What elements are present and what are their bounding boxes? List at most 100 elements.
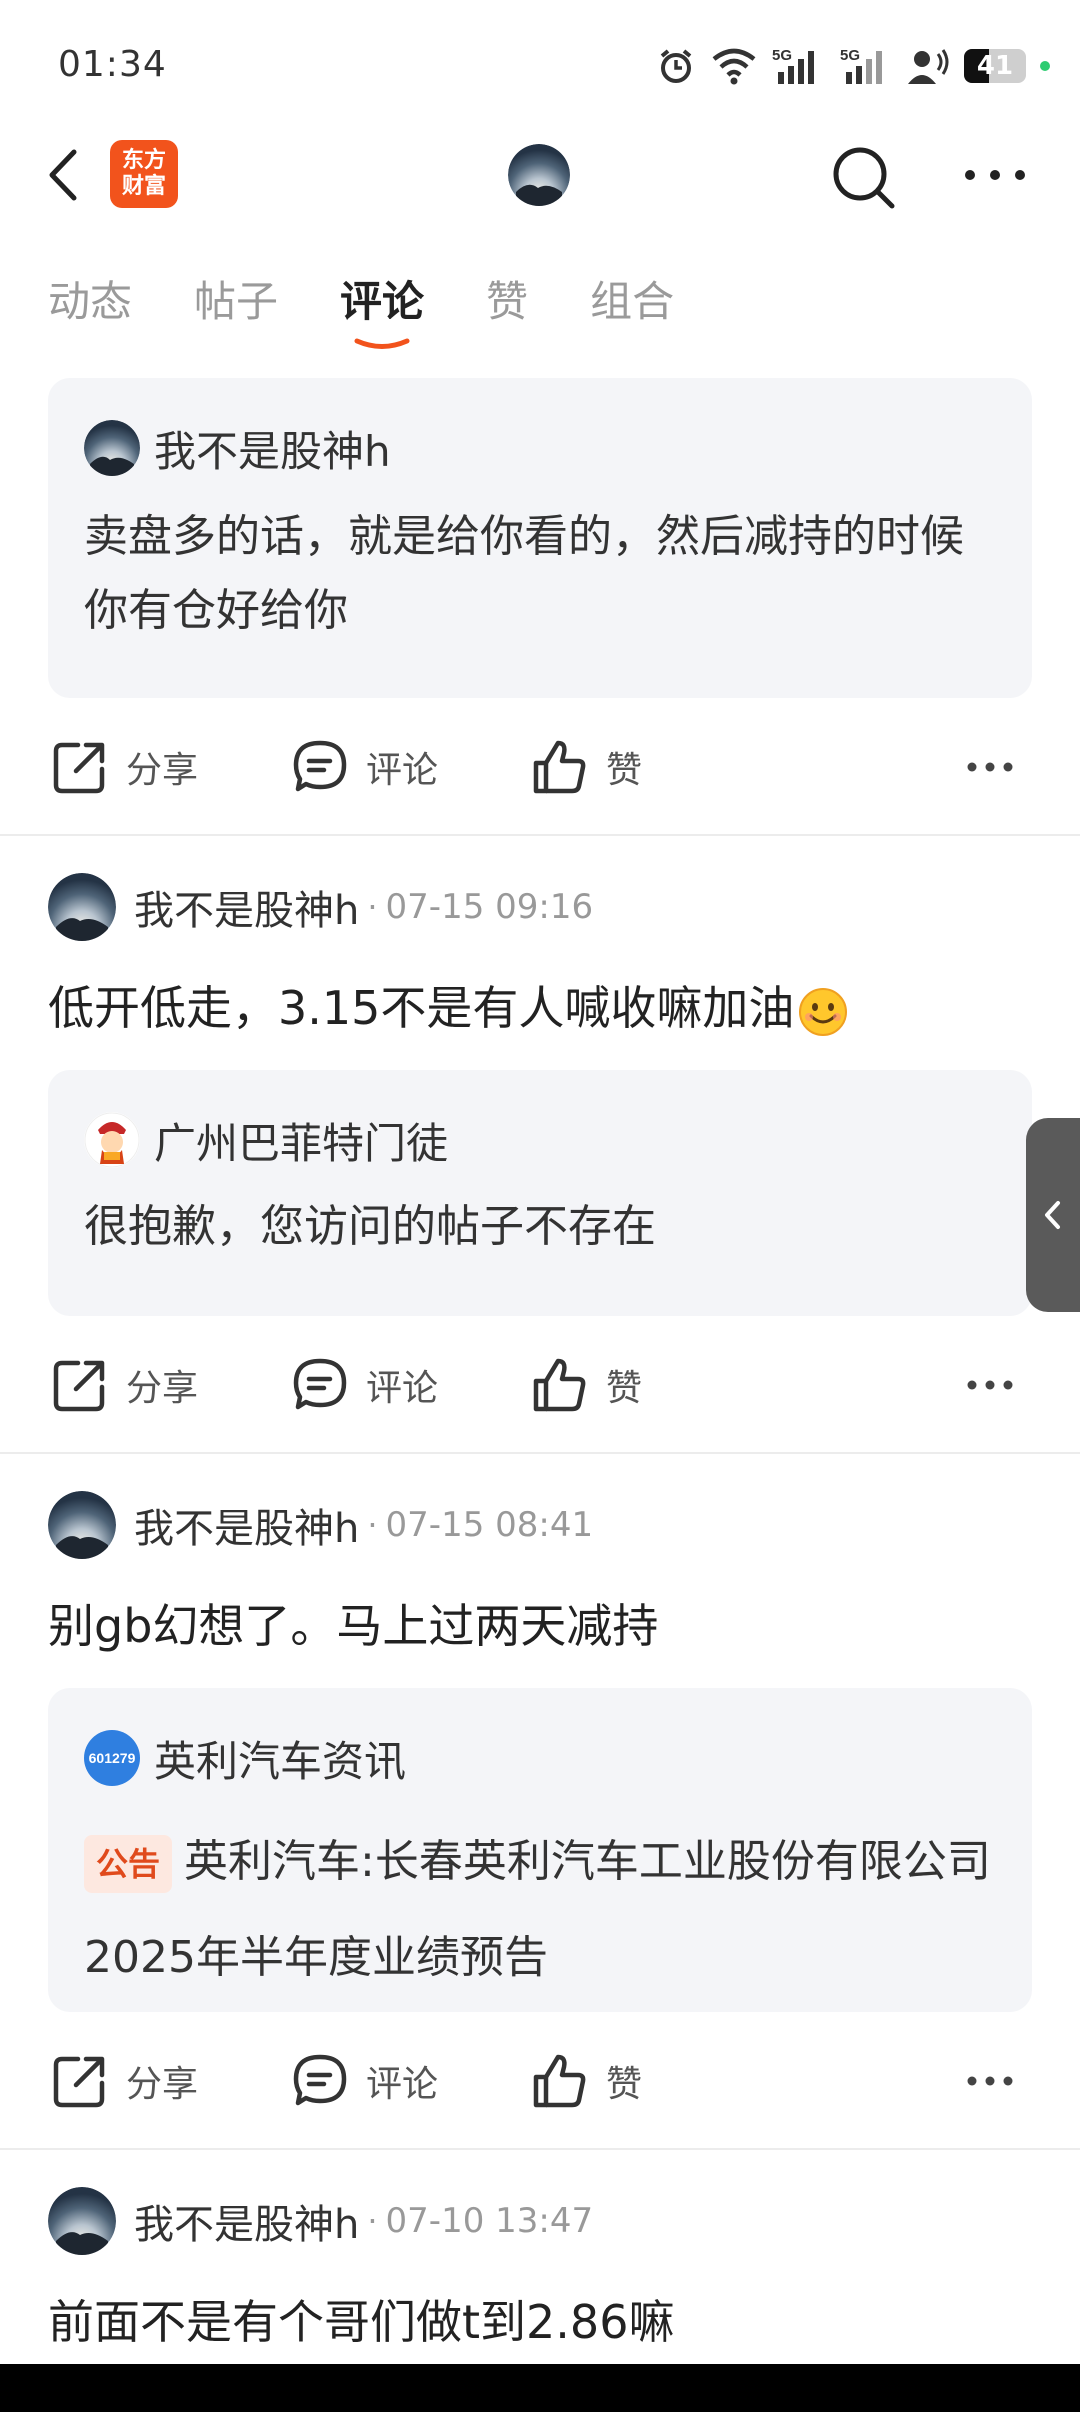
- comment-text[interactable]: 别gb幻想了。马上过两天减持: [48, 1590, 658, 1656]
- wifi-icon: [712, 48, 756, 85]
- signal-5g-icon-2: 5G: [840, 47, 882, 84]
- status-bar: 01:34 5G 5G 41: [0, 0, 1080, 140]
- alarm-icon: [660, 49, 692, 83]
- share-button[interactable]: 分享: [52, 732, 198, 802]
- tab-posts[interactable]: 帖子: [194, 268, 278, 338]
- more-actions-button[interactable]: [966, 1350, 1032, 1420]
- system-navigation-bar: [0, 2364, 1080, 2412]
- share-button[interactable]: 分享: [52, 1350, 198, 1420]
- tab-comments-label: 评论: [340, 277, 425, 326]
- comment-time: 07-15 09:16: [385, 887, 594, 927]
- comment-label: 评论: [366, 1368, 439, 1409]
- active-tab-indicator: [354, 338, 410, 349]
- announcement-badge: 公告: [84, 1835, 173, 1893]
- like-button[interactable]: 赞: [532, 2046, 642, 2116]
- quoted-post-author[interactable]: 601279 英利汽车资讯: [84, 1730, 406, 1786]
- thumbs-up-icon: [533, 740, 586, 794]
- comment-text[interactable]: 低开低走，3.15不是有人喊收嘛加油: [48, 972, 848, 1038]
- eastmoney-logo[interactable]: 东方 财富: [110, 140, 178, 208]
- comment-time: 07-10 13:47: [385, 2201, 594, 2241]
- author-name: 我不是股神h: [134, 888, 360, 934]
- like-label: 赞: [606, 1368, 643, 1409]
- avatar: [48, 1491, 116, 1559]
- battery-level: 41: [976, 51, 1014, 81]
- comment-text[interactable]: 前面不是有个哥们做t到2.86嘛: [48, 2286, 674, 2352]
- like-button[interactable]: 赞: [532, 1350, 642, 1420]
- stock-code-avatar: 601279: [84, 1730, 140, 1786]
- more-options-icon[interactable]: [960, 160, 1030, 190]
- quoted-post[interactable]: 601279 英利汽车资讯 公告 英利汽车:长春英利汽车工业股份有限公司2025年…: [48, 1688, 1032, 2012]
- thumbs-up-icon: [533, 1358, 586, 1412]
- more-actions-button[interactable]: [966, 732, 1032, 802]
- quoted-post-author[interactable]: 广州巴菲特门徒: [84, 1112, 448, 1168]
- comment-author-row[interactable]: 我不是股神h · 07-15 08:41: [48, 1490, 593, 1560]
- smile-emoji-icon: [799, 987, 848, 1036]
- user-avatar[interactable]: [508, 144, 570, 206]
- comment-button[interactable]: 评论: [292, 732, 438, 802]
- quoted-post-text: 很抱歉，您访问的帖子不存在: [84, 1201, 656, 1252]
- tab-portfolio[interactable]: 组合: [590, 268, 674, 338]
- quoted-post-text: 卖盘多的话，就是给你看的，然后减持的时候你有仓好给你: [84, 511, 964, 636]
- battery-indicator: 41: [964, 49, 1026, 83]
- share-icon: [53, 1360, 105, 1412]
- comment-button[interactable]: 评论: [292, 1350, 438, 1420]
- quoted-author-name: 英利汽车资讯: [154, 1736, 407, 1786]
- charging-dot: [1040, 61, 1050, 71]
- quoted-post[interactable]: 我不是股神h 卖盘多的话，就是给你看的，然后减持的时候你有仓好给你: [48, 378, 1032, 698]
- announcement-title: 英利汽车:长春英利汽车工业股份有限公司2025年半年度业绩预告: [84, 1836, 991, 1983]
- logo-text-line2: 财富: [121, 174, 166, 199]
- tab-dynamic[interactable]: 动态: [48, 268, 132, 338]
- chevron-left-icon: [1045, 1201, 1060, 1229]
- comment-text-content: 低开低走，3.15不是有人喊收嘛加油: [48, 981, 795, 1035]
- comment-icon: [293, 1358, 347, 1410]
- comment-label: 评论: [366, 750, 439, 791]
- avatar: [48, 2187, 116, 2255]
- avatar: [48, 873, 116, 941]
- top-nav-bar: 东方 财富: [0, 130, 1080, 220]
- tab-comments[interactable]: 评论: [340, 268, 425, 349]
- more-actions-button[interactable]: [966, 2046, 1032, 2116]
- avatar: [84, 420, 140, 476]
- share-icon: [53, 2056, 105, 2108]
- more-horizontal-icon: [967, 2076, 1013, 2086]
- search-icon[interactable]: [828, 142, 898, 212]
- svg-text:5G: 5G: [840, 47, 860, 64]
- author-name: 我不是股神h: [134, 1506, 360, 1552]
- comment-author-row[interactable]: 我不是股神h · 07-15 09:16: [48, 872, 593, 942]
- side-collapse-tab[interactable]: [1026, 1118, 1080, 1312]
- like-button[interactable]: 赞: [532, 732, 642, 802]
- share-label: 分享: [126, 1368, 199, 1409]
- share-label: 分享: [126, 2064, 199, 2105]
- quoted-post[interactable]: 广州巴菲特门徒 很抱歉，您访问的帖子不存在: [48, 1070, 1032, 1316]
- share-icon: [53, 742, 105, 794]
- comment-time: 07-15 08:41: [385, 1505, 594, 1545]
- comment-label: 评论: [366, 2064, 439, 2105]
- back-button[interactable]: [40, 144, 90, 206]
- share-button[interactable]: 分享: [52, 2046, 198, 2116]
- action-bar: 分享 评论 赞: [48, 732, 1032, 802]
- share-label: 分享: [126, 750, 199, 791]
- separator-dot: ·: [367, 2202, 378, 2240]
- fortune-god-avatar: [84, 1112, 140, 1168]
- divider: [0, 1452, 1080, 1454]
- separator-dot: ·: [367, 888, 378, 926]
- like-label: 赞: [606, 2064, 643, 2105]
- logo-text-line1: 东方: [121, 148, 166, 173]
- hotspot-user-icon: [908, 49, 949, 84]
- divider: [0, 2148, 1080, 2150]
- quoted-author-name: 广州巴菲特门徒: [154, 1118, 449, 1168]
- tab-likes[interactable]: 赞: [486, 268, 528, 338]
- author-name: 我不是股神h: [134, 2202, 360, 2248]
- comment-button[interactable]: 评论: [292, 2046, 438, 2116]
- separator-dot: ·: [367, 1506, 378, 1544]
- status-time: 01:34: [58, 44, 167, 85]
- quoted-post-author[interactable]: 我不是股神h: [84, 420, 391, 476]
- status-icons: 5G 5G 41: [656, 44, 1050, 88]
- comment-author-row[interactable]: 我不是股神h · 07-10 13:47: [48, 2186, 593, 2256]
- more-horizontal-icon: [967, 1380, 1013, 1390]
- like-label: 赞: [606, 750, 643, 791]
- action-bar: 分享 评论 赞: [48, 1350, 1032, 1420]
- thumbs-up-icon: [533, 2054, 586, 2108]
- quoted-post-text: 公告 英利汽车:长春英利汽车工业股份有限公司2025年半年度业绩预告: [84, 1814, 996, 2006]
- more-horizontal-icon: [967, 762, 1013, 772]
